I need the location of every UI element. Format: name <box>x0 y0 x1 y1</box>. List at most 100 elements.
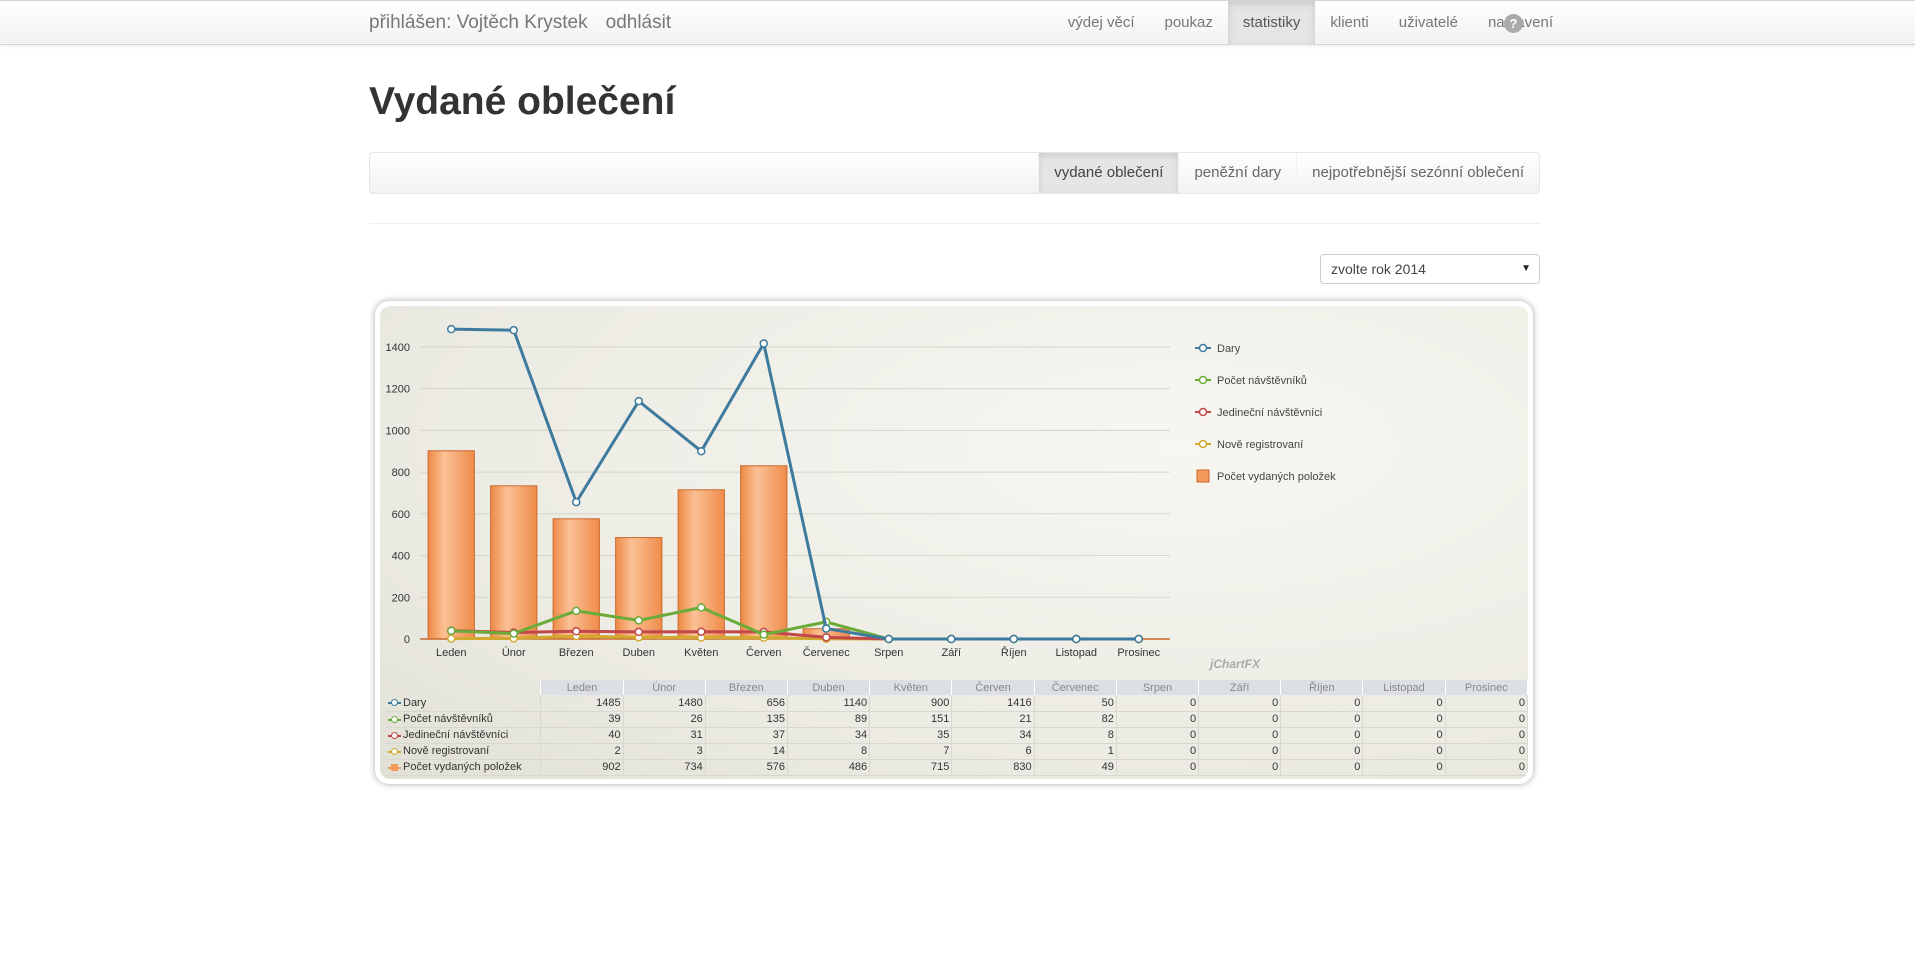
legend-label: Jedineční návštěvníci <box>1217 407 1322 419</box>
table-cell: 0 <box>1445 711 1528 728</box>
table-column-header: Prosinec <box>1445 680 1528 695</box>
nav-item-0[interactable]: výdej věcí <box>1053 1 1150 45</box>
stats-tab-1[interactable]: peněžní dary <box>1178 153 1296 193</box>
x-tick-label: Březen <box>559 647 594 659</box>
nav-item-4[interactable]: uživatelé <box>1384 1 1473 45</box>
table-column-header: Říjen <box>1280 680 1364 695</box>
year-select-value: zvolte rok 2014 <box>1331 261 1426 277</box>
chart-area: 0 200 400 600 800 1000 1200 1400 Leden Únor Březen… <box>380 306 1528 779</box>
series-marker-icon <box>388 699 401 706</box>
table-column-header: Březen <box>705 680 788 695</box>
table-cell: 0 <box>1280 727 1364 744</box>
table-row-label: Jedineční návštěvníci <box>385 727 542 744</box>
table-row-label: Počet návštěvníků <box>385 711 542 728</box>
chart-panel: 0 200 400 600 800 1000 1200 1400 Leden Únor Březen… <box>375 301 1533 784</box>
table-cell: 0 <box>1198 695 1282 712</box>
data-point <box>759 339 768 348</box>
y-tick-label: 600 <box>392 509 410 521</box>
y-tick-label: 1200 <box>386 384 410 396</box>
y-tick-label: 800 <box>392 467 410 479</box>
table-column-header: Leden <box>540 680 624 695</box>
table-column-header: Květen <box>869 680 953 695</box>
logout-link[interactable]: odhlásit <box>606 12 672 33</box>
table-cell: 7 <box>869 743 953 760</box>
x-tick-label: Duben <box>623 647 655 659</box>
table-cell: 3 <box>623 743 706 760</box>
y-tick-label: 400 <box>392 551 410 563</box>
table-cell: 0 <box>1362 743 1446 760</box>
legend-marker <box>1198 439 1208 449</box>
bar <box>552 518 600 640</box>
bar <box>677 489 725 640</box>
table-column-header: Červen <box>951 680 1035 695</box>
table-cell: 900 <box>869 695 953 712</box>
table-cell: 34 <box>787 727 871 744</box>
table-row: Jedineční návštěvníci 40 31 37 34 35 34 8 0 0 0 0 0 <box>385 727 1528 744</box>
table-row: Dary 1485 1480 656 1140 900 1416 50 0 0 0 0 0 <box>385 695 1528 712</box>
table-corner <box>385 680 542 695</box>
y-tick-label: 200 <box>392 592 410 604</box>
data-point <box>697 603 706 612</box>
series-marker-icon <box>388 747 401 755</box>
chevron-down-icon: ▼ <box>1521 263 1531 274</box>
data-point <box>1072 634 1081 644</box>
table-cell: 902 <box>540 759 624 776</box>
table-cell: 0 <box>1280 743 1364 760</box>
data-point <box>634 627 643 637</box>
bar <box>740 465 788 640</box>
nav-item-2[interactable]: statistiky <box>1227 1 1316 45</box>
table-cell: 830 <box>951 759 1035 776</box>
legend-label: Nově registrovaní <box>1217 439 1303 451</box>
legend-marker <box>1198 343 1208 353</box>
table-cell: 1 <box>1034 743 1117 760</box>
year-select[interactable]: zvolte rok 2014 ▼ <box>1320 254 1540 284</box>
x-tick-label: Prosinec <box>1117 647 1160 659</box>
table-cell: 0 <box>1445 695 1528 712</box>
y-tick-label: 0 <box>404 634 410 646</box>
data-point <box>509 325 518 335</box>
data-point <box>947 634 956 644</box>
user-status: přihlášen: Vojtěch Krystek odhlásit <box>369 12 671 34</box>
table-cell: 715 <box>869 759 953 776</box>
table-cell: 0 <box>1116 711 1200 728</box>
help-icon[interactable]: ? <box>1504 14 1523 33</box>
legend-marker <box>1198 407 1208 417</box>
legend-label: Počet vydaných položek <box>1217 471 1336 483</box>
bar <box>490 485 538 640</box>
bar <box>427 450 475 640</box>
x-tick-label: Červen <box>746 646 781 659</box>
table-column-header: Červenec <box>1034 680 1117 695</box>
table-column-header: Duben <box>787 680 871 695</box>
table-column-header: Listopad <box>1362 680 1446 695</box>
table-cell: 1416 <box>951 695 1035 712</box>
y-tick-label: 1000 <box>386 425 410 437</box>
table-cell: 34 <box>951 727 1035 744</box>
x-tick-label: Červenec <box>803 646 851 659</box>
table-cell: 8 <box>787 743 871 760</box>
data-point <box>447 626 456 636</box>
stats-tab-2[interactable]: nejpotřebnější sezónní oblečení <box>1296 153 1539 193</box>
table-row: Počet návštěvníků 39 26 135 89 151 21 82 0 0 0 0 0 <box>385 711 1528 728</box>
divider <box>369 223 1540 224</box>
data-point <box>572 497 581 507</box>
nav-item-1[interactable]: poukaz <box>1150 1 1228 45</box>
table-cell: 576 <box>705 759 788 776</box>
table-cell: 1140 <box>787 695 871 712</box>
page-title: Vydané oblečení <box>369 80 676 123</box>
table-cell: 6 <box>951 743 1035 760</box>
table-cell: 486 <box>787 759 871 776</box>
table-cell: 0 <box>1116 743 1200 760</box>
table-row-label: Počet vydaných položek <box>385 759 542 776</box>
table-cell: 0 <box>1116 695 1200 712</box>
table-row: Nově registrovaní 2 3 14 8 7 6 1 0 0 0 0 0 <box>385 743 1528 760</box>
table-cell: 0 <box>1116 759 1200 776</box>
data-point <box>822 633 831 642</box>
stats-tab-0[interactable]: vydané oblečení <box>1038 153 1179 193</box>
table-cell: 151 <box>869 711 953 728</box>
main-nav: výdej věcí poukaz statistiky klienti uživate… <box>1053 1 1568 45</box>
nav-item-3[interactable]: klienti <box>1315 1 1383 45</box>
table-cell: 0 <box>1198 711 1282 728</box>
table-cell: 35 <box>869 727 953 744</box>
table-row-label: Nově registrovaní <box>385 743 542 760</box>
series-marker-icon <box>388 763 401 771</box>
